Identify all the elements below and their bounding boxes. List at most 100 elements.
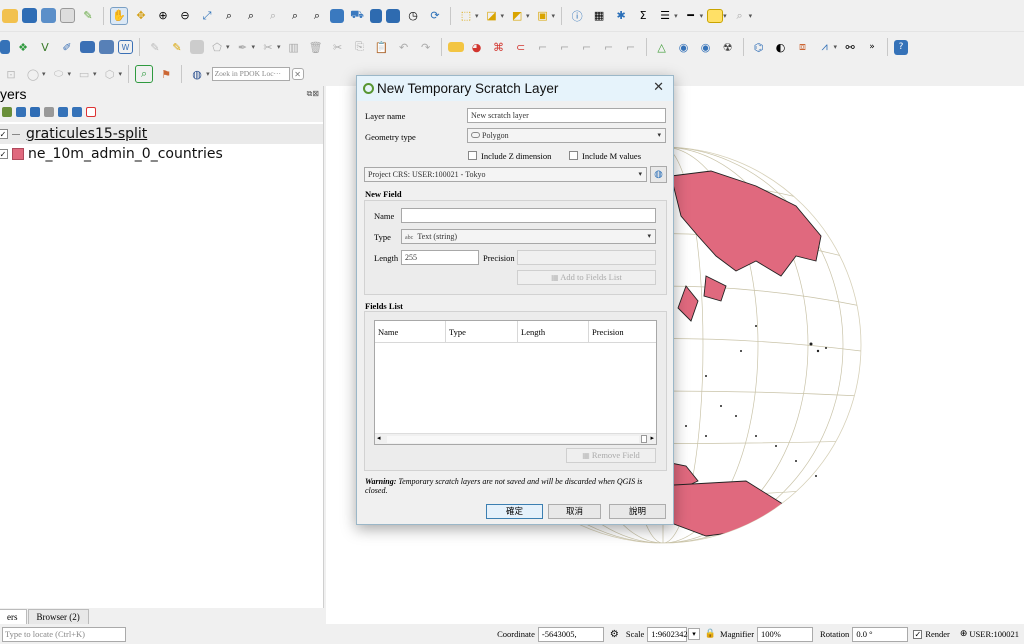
ellipse-tool-icon[interactable]: ⬭ bbox=[50, 65, 68, 83]
new-map-view-icon[interactable] bbox=[330, 8, 344, 23]
remove-layer-icon[interactable] bbox=[86, 107, 96, 117]
label-icon[interactable] bbox=[447, 42, 464, 52]
filter-legend-icon[interactable] bbox=[30, 107, 40, 117]
new-3d-view-icon[interactable]: ⛟ bbox=[348, 7, 366, 25]
modify-attributes-icon[interactable]: ✂ bbox=[259, 38, 277, 56]
new-layer-icon[interactable] bbox=[0, 40, 10, 54]
include-m-checkbox[interactable] bbox=[569, 151, 578, 160]
crs-globe-icon[interactable]: ⊕ bbox=[960, 629, 968, 639]
pdok-icon[interactable]: ⚑ bbox=[157, 65, 175, 83]
show-bookmarks-icon[interactable] bbox=[386, 8, 400, 23]
panel-float-close-icon[interactable]: ⧉⊠ bbox=[307, 89, 319, 99]
processing-toolbox-icon[interactable]: ✱ bbox=[612, 7, 630, 25]
add-raster-icon[interactable] bbox=[99, 40, 114, 54]
delete-icon[interactable]: 🗑 bbox=[307, 38, 325, 56]
statistics-icon[interactable]: Σ bbox=[634, 7, 652, 25]
precision-input[interactable] bbox=[517, 250, 656, 265]
map-tips-icon[interactable] bbox=[707, 8, 724, 23]
open-styling-icon[interactable] bbox=[2, 107, 12, 117]
save-as-icon[interactable] bbox=[41, 8, 56, 23]
ok-button[interactable]: 確定 bbox=[486, 504, 543, 519]
help-button[interactable]: 說明 bbox=[609, 504, 666, 519]
python-console-icon[interactable]: ⌬ bbox=[750, 38, 768, 56]
search-globe-icon[interactable]: ◍ bbox=[188, 65, 206, 83]
plugin2-icon[interactable]: ⧈ bbox=[794, 38, 812, 56]
attribute-table-icon[interactable]: ▦ bbox=[590, 7, 608, 25]
fields-table[interactable]: Name Type Length Precision ◂ ▸ bbox=[374, 320, 657, 445]
zoom-out-icon[interactable]: ⊖ bbox=[176, 7, 194, 25]
add-group-icon[interactable] bbox=[16, 107, 26, 117]
identify-icon[interactable]: ⓘ bbox=[568, 7, 586, 25]
lock-scale-icon[interactable]: 🔒 bbox=[705, 629, 716, 639]
collapse-all-icon[interactable] bbox=[72, 107, 82, 117]
vertex-tool-icon[interactable]: ✒ bbox=[234, 38, 252, 56]
select-by-value-icon[interactable]: ◪ bbox=[483, 7, 501, 25]
layer-item[interactable]: ✓ graticules15-split bbox=[0, 124, 323, 144]
filter-expression-icon[interactable] bbox=[44, 107, 54, 117]
more-tools-icon[interactable]: » bbox=[863, 38, 881, 56]
zoom-last-icon[interactable]: ⌕ bbox=[286, 7, 304, 25]
georeferencer-icon[interactable]: ◉ bbox=[675, 38, 693, 56]
tab-layers[interactable]: ers bbox=[0, 609, 27, 624]
render-checkbox[interactable]: ✓ bbox=[913, 629, 923, 639]
zoom-in-icon[interactable]: ⊕ bbox=[154, 7, 172, 25]
add-delimited-icon[interactable]: ✐ bbox=[58, 38, 76, 56]
magnifier-field[interactable]: 100% bbox=[757, 626, 814, 642]
zoom-next-icon[interactable]: ⌕ bbox=[308, 7, 326, 25]
add-wms-icon[interactable]: W bbox=[118, 40, 133, 54]
zoom-layer-icon[interactable]: ⌕ bbox=[242, 7, 260, 25]
current-edits-icon[interactable]: ✎ bbox=[146, 38, 164, 56]
rotate-label-icon[interactable]: ⌐ bbox=[556, 38, 574, 56]
print-layout-icon[interactable] bbox=[60, 8, 75, 23]
show-labels-icon[interactable]: ⊂ bbox=[512, 38, 530, 56]
pan-icon[interactable]: ✋ bbox=[110, 6, 128, 25]
rectangle-tool-icon[interactable]: ▭ bbox=[75, 65, 93, 83]
circle-tool-icon[interactable]: ◯ bbox=[24, 65, 42, 83]
layer-name-input[interactable]: New scratch layer bbox=[467, 108, 666, 123]
delete-selected-icon[interactable]: ▥ bbox=[285, 38, 303, 56]
locator-search-input[interactable]: Type to locate (Ctrl+K) bbox=[2, 626, 126, 642]
redo-icon[interactable]: ↷ bbox=[417, 38, 435, 56]
include-z-checkbox[interactable] bbox=[468, 151, 477, 160]
copy-icon[interactable]: ⎘ bbox=[351, 38, 369, 56]
scroll-left-icon[interactable]: ◂ bbox=[377, 434, 381, 442]
layer-visibility-checkbox[interactable]: ✓ bbox=[0, 149, 8, 159]
refresh-icon[interactable]: ⟳ bbox=[426, 7, 444, 25]
add-spatialite-icon[interactable] bbox=[80, 41, 95, 53]
field-type-select[interactable]: abc Text (string) ▾ bbox=[401, 229, 656, 244]
pin-labels-icon[interactable]: ⌘ bbox=[490, 38, 508, 56]
column-header-precision[interactable]: Precision bbox=[589, 321, 656, 343]
polygon-tool-icon[interactable]: ⬡ bbox=[101, 65, 119, 83]
pan-to-selection-icon[interactable]: ✥ bbox=[132, 7, 150, 25]
toggle-editing-icon[interactable]: ✎ bbox=[168, 38, 186, 56]
layer-visibility-checkbox[interactable]: ✓ bbox=[0, 129, 8, 139]
layer-item[interactable]: ✓ ne_10m_admin_0_countries bbox=[0, 144, 323, 164]
binoculars-icon[interactable]: ⚯ bbox=[841, 38, 859, 56]
close-icon[interactable]: ✕ bbox=[653, 80, 664, 95]
style-manager-icon[interactable]: ✎ bbox=[79, 7, 97, 25]
scroll-right-icon[interactable]: ▸ bbox=[650, 434, 654, 442]
crs-select[interactable]: Project CRS: USER:100021 - Tokyo ▾ bbox=[364, 167, 647, 182]
paste-icon[interactable]: 📋 bbox=[373, 38, 391, 56]
column-header-name[interactable]: Name bbox=[375, 321, 446, 343]
crs-label[interactable]: USER:100021 bbox=[969, 629, 1019, 639]
plugin-icon[interactable]: ◐ bbox=[772, 38, 790, 56]
label-rule-icon[interactable]: ⌐ bbox=[622, 38, 640, 56]
temporal-controller-icon[interactable]: ◷ bbox=[404, 7, 422, 25]
data-source-manager-icon[interactable]: ❖ bbox=[14, 38, 32, 56]
raster-calculator-icon[interactable]: △ bbox=[653, 38, 671, 56]
column-header-length[interactable]: Length bbox=[518, 321, 589, 343]
layer-list-icon[interactable]: ☰ bbox=[656, 7, 674, 25]
scroll-thumb-right[interactable] bbox=[641, 435, 647, 443]
remove-field-button[interactable]: ▦ Remove Field bbox=[566, 448, 656, 463]
horizontal-scrollbar[interactable]: ◂ ▸ bbox=[375, 433, 656, 444]
add-to-fields-button[interactable]: ▦ Add to Fields List bbox=[517, 270, 656, 285]
select-crs-button[interactable]: ◍ bbox=[650, 166, 667, 183]
scroll-thumb[interactable] bbox=[387, 436, 639, 443]
cut-icon[interactable]: ✂ bbox=[329, 38, 347, 56]
change-label-icon[interactable]: ⌐ bbox=[578, 38, 596, 56]
length-input[interactable]: 255 bbox=[401, 250, 479, 265]
column-header-type[interactable]: Type bbox=[446, 321, 518, 343]
select-location-icon[interactable]: ▣ bbox=[534, 7, 552, 25]
geometry-type-select[interactable]: Polygon ▾ bbox=[467, 128, 666, 143]
